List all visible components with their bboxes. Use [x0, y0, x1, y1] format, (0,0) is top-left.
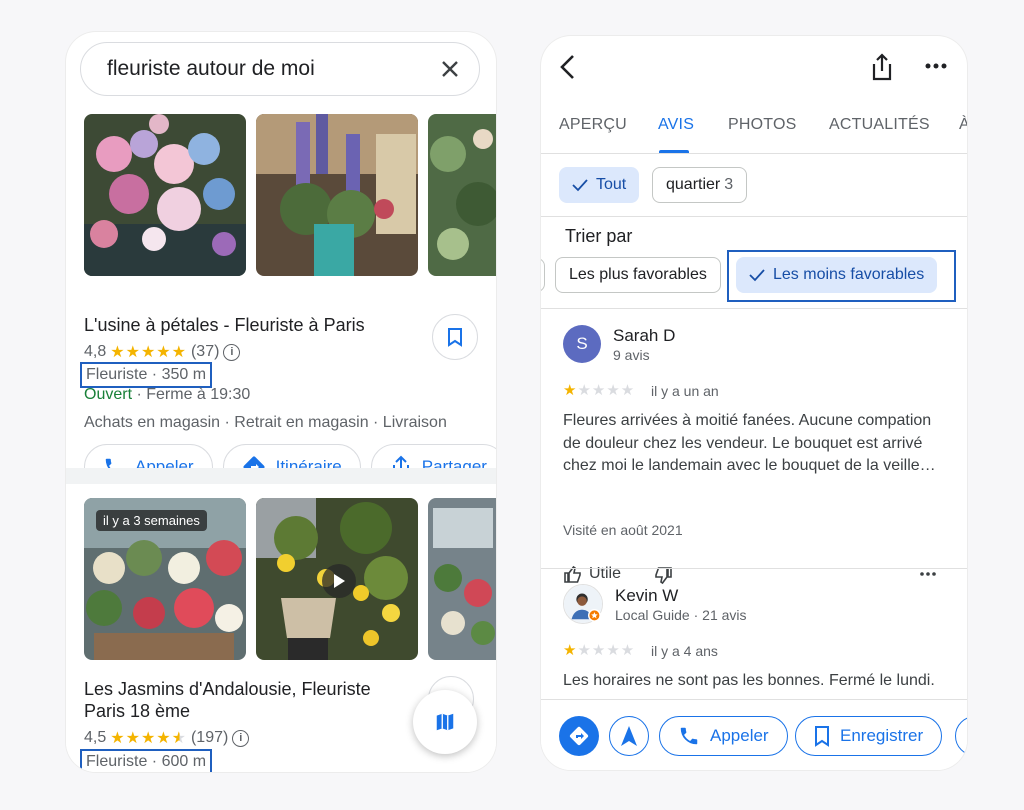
place-photo[interactable]	[256, 114, 418, 276]
reviewer-name[interactable]: Sarah D	[613, 326, 675, 346]
filter-chip-all[interactable]: Tout	[559, 167, 640, 203]
star-rating: ★★★★★	[110, 344, 187, 361]
sort-most-favorable[interactable]: Les plus favorables	[555, 257, 721, 293]
stars-on: ★	[563, 382, 578, 399]
result-card[interactable]: L'usine à pétales - Fleuriste à Paris 4,…	[66, 110, 496, 490]
directions-button[interactable]	[559, 716, 599, 756]
search-results-screen: L'usine à pétales - Fleuriste à Paris 4,…	[66, 32, 496, 772]
review-text[interactable]: Les horaires ne sont pas les bonnes. Fer…	[563, 670, 947, 693]
tab-updates[interactable]: ACTUALITÉS	[829, 116, 930, 134]
review-text[interactable]: Fleures arrivées à moitié fanées. Aucune…	[563, 410, 947, 478]
bottom-action-bar: Appeler Enregistrer	[541, 699, 967, 770]
directions-icon	[569, 726, 589, 746]
stars-half: ★	[171, 730, 187, 747]
stars-full: ★★★★	[110, 730, 172, 747]
start-navigation-button[interactable]	[609, 716, 649, 756]
search-bar[interactable]: fleuriste autour de moi	[80, 42, 480, 96]
star-rating: ★★★★★	[110, 728, 187, 748]
visit-date: Visité en août 2021	[563, 522, 683, 538]
close-icon[interactable]	[439, 58, 461, 80]
reviewer-name[interactable]: Kevin W	[615, 586, 678, 606]
back-arrow-icon[interactable]	[555, 52, 581, 82]
results-divider	[66, 468, 496, 484]
active-tab-indicator	[659, 150, 689, 153]
photo-age-badge: il y a 3 semaines	[96, 510, 207, 531]
place-photo[interactable]	[428, 114, 496, 276]
review-star-rating: ★★★★★	[563, 641, 635, 659]
phone-icon	[680, 727, 698, 745]
avatar[interactable]: S	[563, 325, 601, 363]
rating-value: 4,8	[84, 343, 107, 360]
photo-strip[interactable]: il y a 3 semaines	[84, 498, 496, 660]
opening-hours: Ouvert · Ferme à 19:30	[84, 386, 250, 404]
sort-chip-offscreen[interactable]	[541, 258, 545, 292]
filter-chip-topic[interactable]: quartier 3	[652, 167, 748, 203]
reviewer-review-count: 9 avis	[613, 347, 650, 363]
bookmark-icon	[815, 726, 829, 747]
place-reviews-screen: APERÇU AVIS PHOTOS ACTUALITÉS À Tout qua…	[541, 36, 967, 770]
review-star-rating: ★★★★★	[563, 381, 635, 399]
avatar[interactable]	[563, 584, 603, 624]
rating-value: 4,5	[84, 729, 107, 746]
review-time: il y a 4 ans	[651, 643, 718, 659]
map-view-button[interactable]	[413, 690, 477, 754]
check-icon	[572, 179, 588, 192]
service-options: Achats en magasin · Retrait en magasin ·…	[84, 414, 447, 431]
info-icon[interactable]: i	[223, 343, 241, 361]
filter-topic-count: 3	[724, 176, 734, 193]
more-options-icon[interactable]	[921, 56, 951, 76]
info-icon[interactable]: i	[232, 729, 250, 747]
place-video[interactable]	[256, 498, 418, 660]
bookmark-icon	[448, 328, 462, 347]
place-photo[interactable]	[428, 498, 496, 660]
place-photo[interactable]	[84, 114, 246, 276]
place-name[interactable]: L'usine à pétales - Fleuriste à Paris	[84, 314, 404, 336]
review-count[interactable]: (37)	[191, 343, 219, 361]
review-count[interactable]: (197)	[191, 729, 228, 747]
map-icon	[436, 713, 454, 731]
search-input[interactable]: fleuriste autour de moi	[107, 57, 439, 81]
more-actions-button[interactable]	[955, 716, 967, 756]
open-status: Ouvert	[84, 386, 133, 403]
tab-photos[interactable]: PHOTOS	[728, 116, 796, 134]
sort-heading: Trier par	[565, 226, 633, 246]
place-tabs: APERÇU AVIS PHOTOS ACTUALITÉS À	[541, 106, 967, 154]
rating-row: 4,8 ★★★★★ (37) i	[84, 342, 241, 362]
section-divider	[541, 216, 967, 217]
share-icon[interactable]	[869, 52, 895, 82]
stars-off: ★★★★	[577, 642, 636, 659]
navigation-arrow-icon	[621, 726, 637, 746]
stars-off: ★★★★	[577, 382, 636, 399]
tab-about[interactable]: À	[959, 116, 967, 134]
rating-row: 4,5 ★★★★★ (197) i	[84, 728, 250, 748]
top-app-bar	[541, 36, 967, 98]
sort-most-label: Les plus favorables	[569, 266, 707, 283]
play-video-button[interactable]	[322, 564, 356, 598]
place-name[interactable]: Les Jasmins d'Andalousie, Fleuriste Pari…	[84, 678, 404, 722]
closing-time: · Ferme à 19:30	[136, 386, 251, 403]
save-button[interactable]: Enregistrer	[795, 716, 943, 756]
filter-all-label: Tout	[596, 176, 627, 193]
save-place-button[interactable]	[432, 314, 478, 360]
review-time: il y a un an	[651, 383, 719, 399]
category-distance-highlight: Fleuriste · 350 m	[80, 362, 213, 388]
tab-overview[interactable]: APERÇU	[559, 116, 627, 134]
stars-on: ★	[563, 642, 578, 659]
filter-topic-label: quartier	[666, 176, 721, 193]
review-item: S Sarah D 9 avis ★★★★★ il y a un an Fleu…	[541, 308, 967, 585]
call-button[interactable]: Appeler	[659, 716, 788, 756]
review-item: Kevin W Local Guide · 21 avis ★★★★★ il y…	[541, 568, 967, 699]
person-avatar-icon	[564, 585, 602, 623]
call-button-label: Appeler	[710, 726, 769, 745]
category-distance-highlight: Fleuriste · 600 m	[80, 749, 213, 772]
place-photo[interactable]: il y a 3 semaines	[84, 498, 246, 660]
save-button-label: Enregistrer	[840, 726, 924, 745]
tab-reviews[interactable]: AVIS	[658, 116, 694, 134]
photo-strip[interactable]	[84, 114, 496, 276]
reviewer-review-count: Local Guide · 21 avis	[615, 607, 747, 623]
sort-highlight-box	[727, 250, 956, 302]
play-icon	[334, 574, 345, 588]
